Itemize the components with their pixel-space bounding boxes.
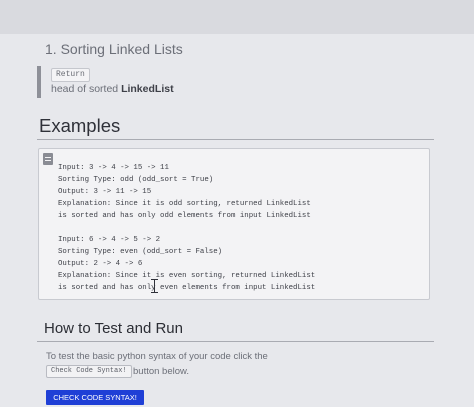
- how-to-description: To test the basic python syntax of your …: [46, 351, 268, 362]
- check-code-syntax-button[interactable]: CHECK CODE SYNTAX!: [46, 390, 144, 405]
- code-line: Output: 3 -> 11 -> 15: [58, 188, 152, 196]
- how-to-divider: [37, 341, 434, 342]
- code-line: Explanation: Since it is odd sorting, re…: [58, 200, 311, 208]
- text-cursor-icon: [151, 279, 158, 293]
- return-description-type: LinkedList: [121, 83, 174, 95]
- examples-heading: Examples: [39, 115, 121, 136]
- code-line: is sorted and has only even elements fro…: [58, 284, 316, 292]
- code-line: Sorting Type: even (odd_sort = False): [58, 248, 223, 256]
- return-bar: [37, 66, 41, 98]
- code-line: Input: 3 -> 4 -> 15 -> 11: [58, 164, 169, 172]
- section-title: 1. Sorting Linked Lists: [45, 41, 183, 57]
- return-badge: Return: [51, 68, 90, 82]
- code-line: Output: 2 -> 4 -> 6: [58, 260, 143, 268]
- inline-check-code-syntax-label: Check Code Syntax!: [46, 365, 132, 378]
- code-line: Explanation: Since it is even sorting, r…: [58, 272, 316, 280]
- code-line: is sorted and has only odd elements from…: [58, 212, 311, 220]
- return-description-prefix: head of sorted: [51, 83, 122, 95]
- top-strip: [0, 0, 474, 34]
- document-icon: [43, 153, 53, 165]
- code-line: Sorting Type: odd (odd_sort = True): [58, 176, 214, 184]
- code-line: Input: 6 -> 4 -> 5 -> 2: [58, 236, 161, 244]
- return-description: head of sorted LinkedList: [51, 83, 174, 95]
- how-to-description-suffix: button below.: [133, 366, 189, 377]
- examples-divider: [37, 139, 434, 140]
- how-to-heading: How to Test and Run: [44, 320, 183, 337]
